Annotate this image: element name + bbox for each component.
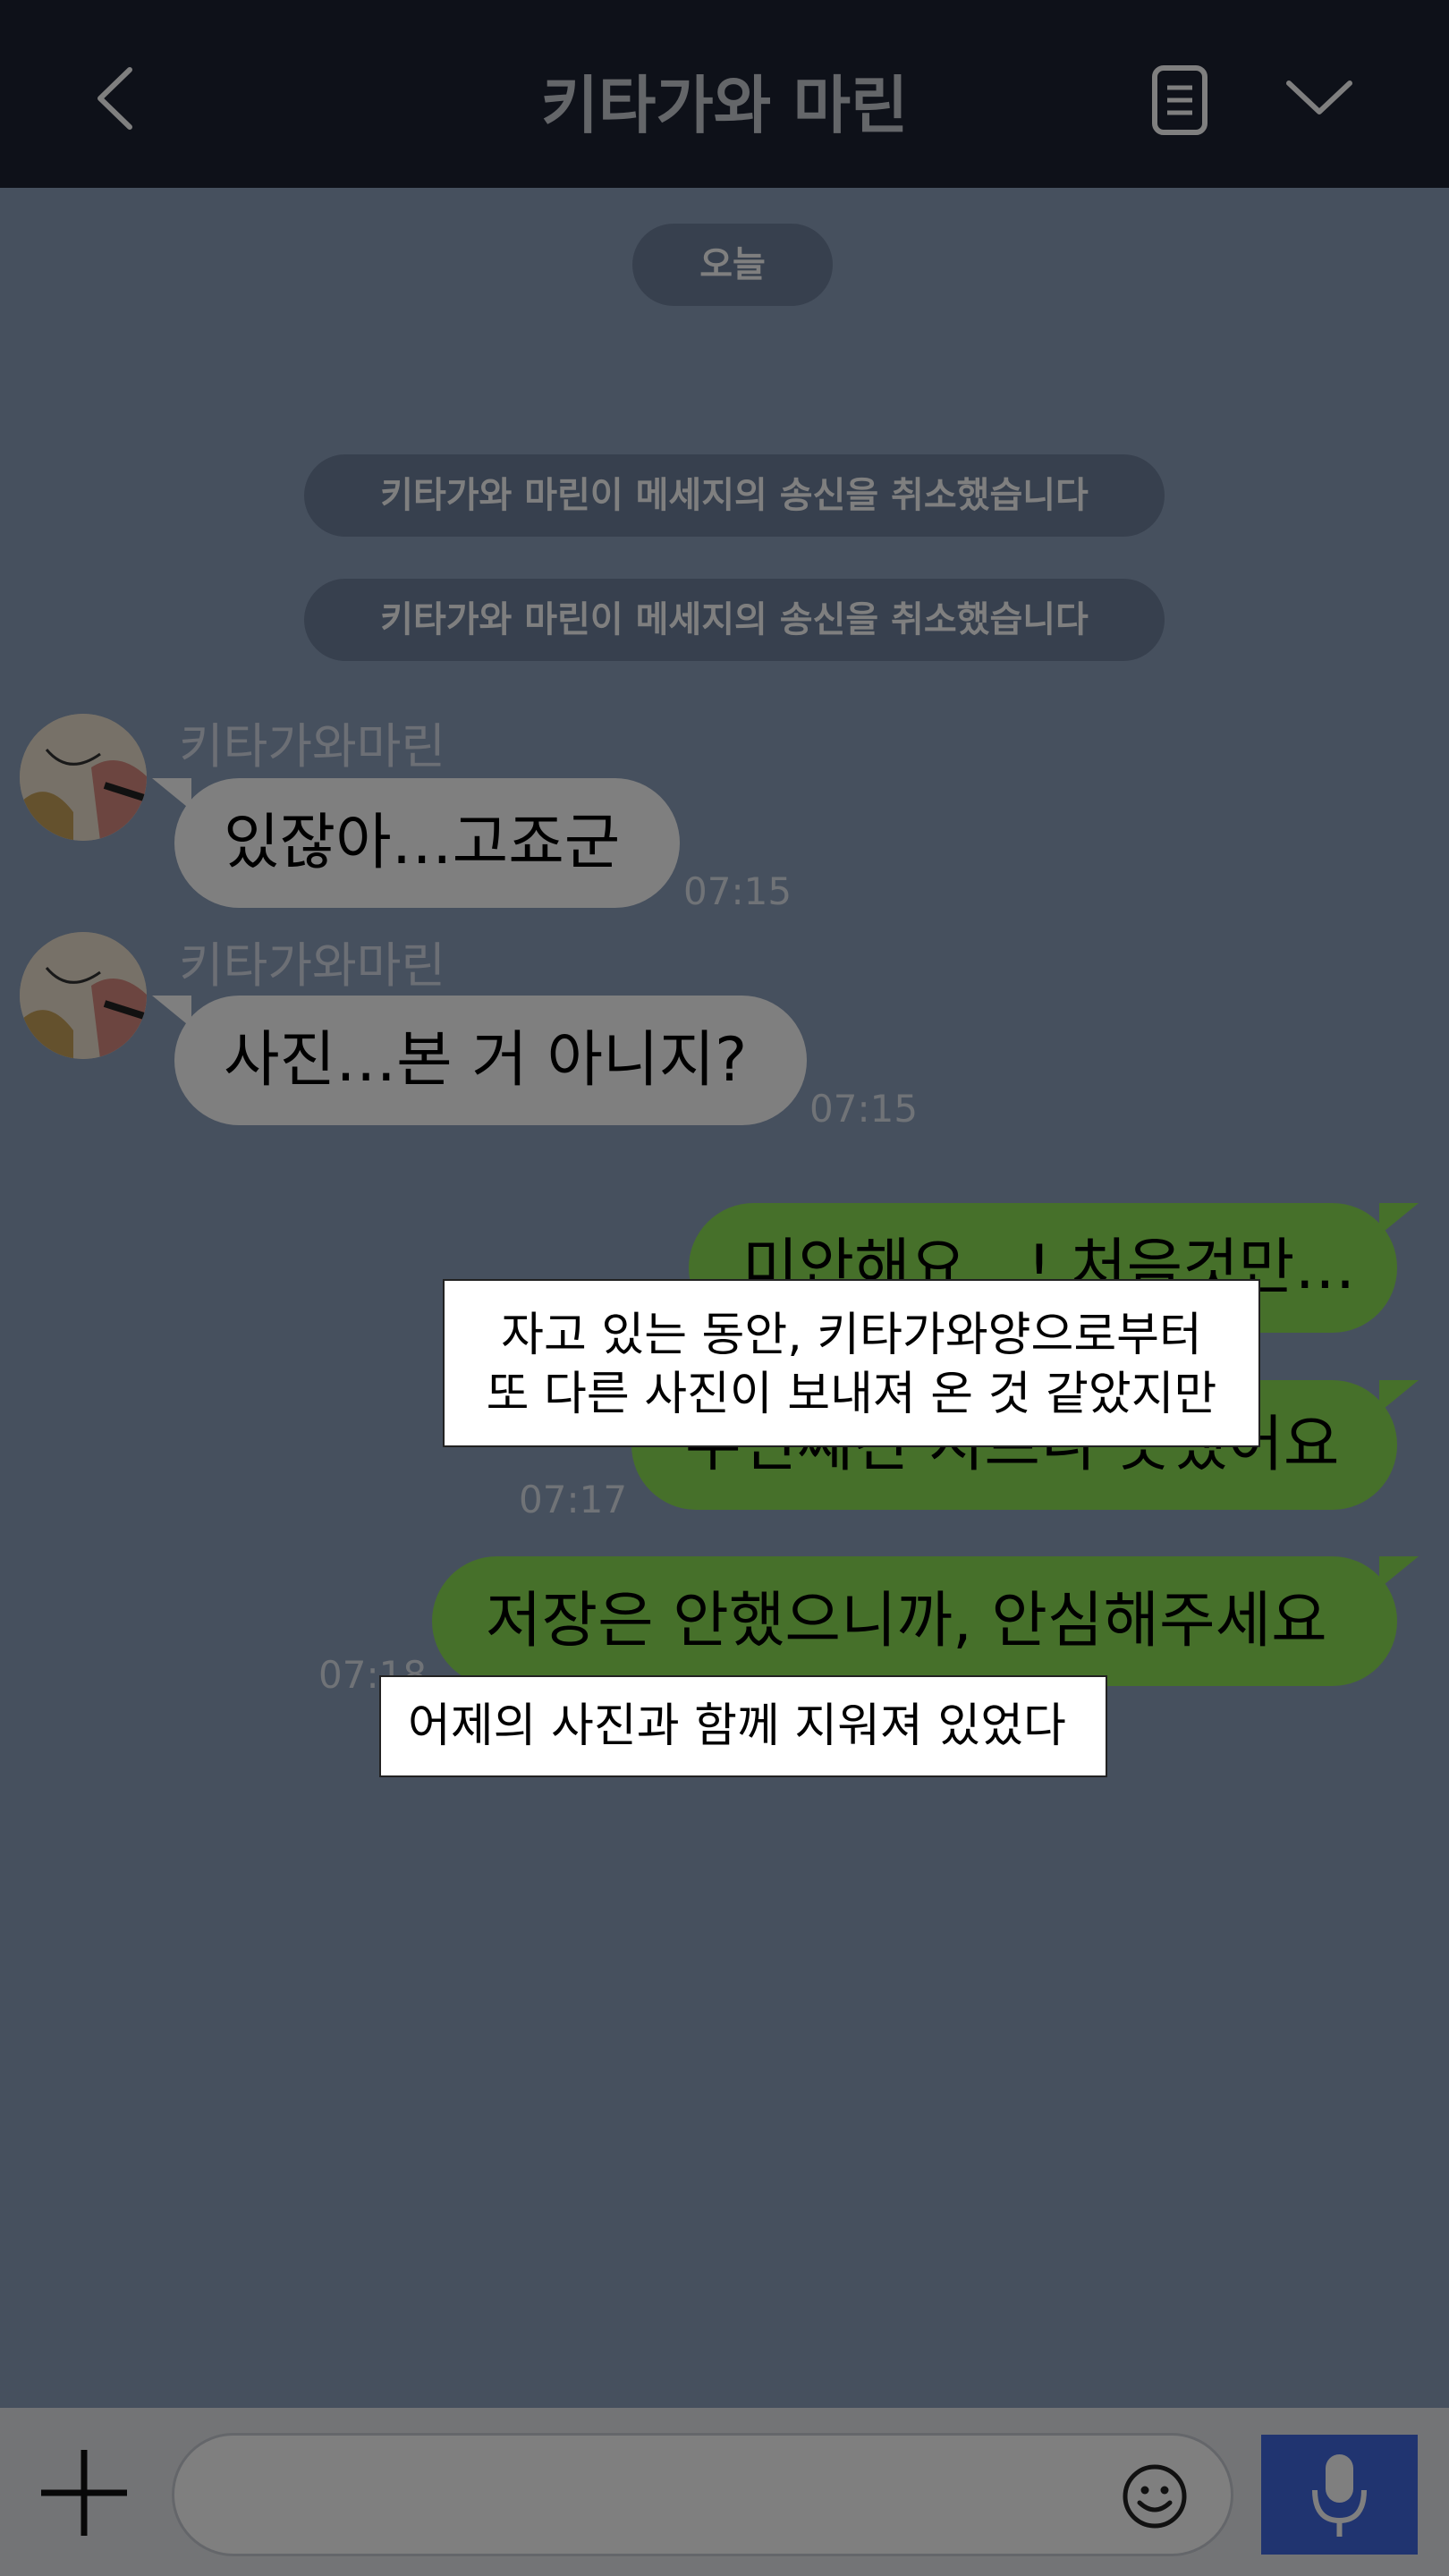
narration-caption: 어제의 사진과 함께 지워져 있었다: [379, 1675, 1107, 1777]
narration-caption: 자고 있는 동안, 키타가와양으로부터 또 다른 사진이 보내져 온 것 같았지…: [443, 1279, 1260, 1447]
caption-line: 또 다른 사진이 보내져 온 것 같았지만: [486, 1368, 1217, 1421]
caption-line: 자고 있는 동안, 키타가와양으로부터: [501, 1309, 1202, 1362]
